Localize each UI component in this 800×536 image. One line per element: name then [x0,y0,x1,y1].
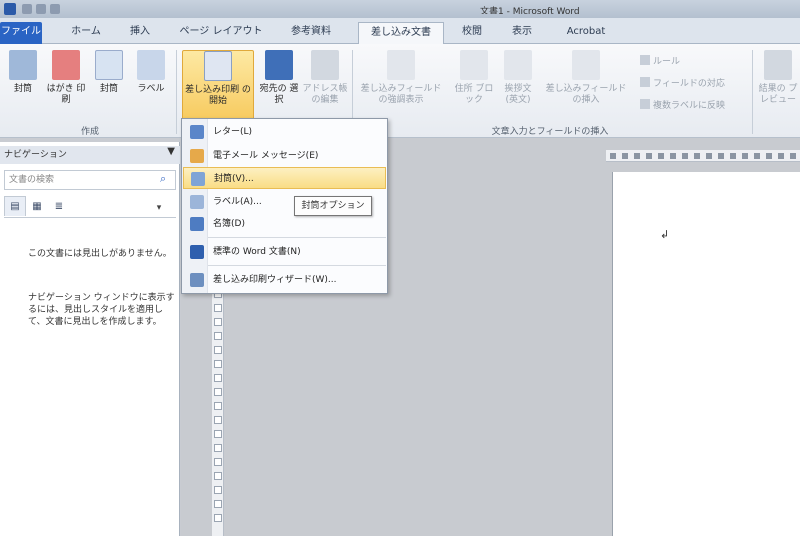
menu-item-envelopes[interactable]: 封筒(V)... [183,167,386,189]
quick-access-toolbar [22,4,82,14]
envelopes-button[interactable]: 封筒 [4,50,42,122]
highlight-merge-fields-button[interactable]: 差し込みフィールド の強調表示 [358,50,444,122]
greeting-line-button[interactable]: 挨拶文 (英文) [498,50,538,122]
select-recipients-button[interactable]: 宛先の 選択 [258,50,300,122]
nav-view-tabs: ▤ ▦ ≣ ▾ [4,196,176,218]
menu-divider [208,265,386,266]
ribbon: 封筒 はがき 印刷 封筒 ラベル 作成 差し込み印刷 の開始 宛先の 選択 アド… [0,44,800,138]
wizard-icon [190,273,204,287]
nav-no-headings-text: この文書には見出しがありません。 [28,249,172,259]
insert-field-icon [572,50,600,80]
results-view-icon[interactable]: ≣ [48,197,70,217]
menu-divider [208,237,386,238]
undo-icon[interactable] [36,4,46,14]
nav-pane-title: ナビゲーション [0,146,180,164]
envelope-icon [9,50,37,80]
menu-item-normal-word-document[interactable]: 標準の Word 文書(N) [183,241,386,263]
navigation-pane: ナビゲーション ▼ 文書の検索 ⌕ ▤ ▦ ≣ ▾ この文書には見出しがありません。… [0,142,180,536]
match-fields-button[interactable]: フィールドの対応 [640,76,725,89]
rules-button[interactable]: ルール [640,54,680,67]
nav-options-icon[interactable]: ▾ [148,198,170,218]
recipients-icon [265,50,293,80]
save-icon[interactable] [22,4,32,14]
tab-insert[interactable]: 挿入 [122,22,158,44]
edit-recipient-list-button[interactable]: アドレス帳 の編集 [302,50,348,122]
envelope-icon [95,50,123,80]
tab-view[interactable]: 表示 [504,22,540,44]
nav-pane-menu-icon[interactable]: ▼ [167,146,175,157]
group-label-fields: 文章入力とフィールドの挿入 [491,127,609,137]
ribbon-tab-row: ファイル ホーム 挿入 ページ レイアウト 参考資料 差し込み文書 校閲 表示 … [0,18,800,45]
search-icon[interactable]: ⌕ [160,172,166,186]
preview-results-button[interactable]: 結果の プレビュー [758,50,798,122]
rules-icon [640,55,650,65]
labels-button[interactable]: ラベル [132,50,170,122]
tab-home[interactable]: ホーム [64,22,108,44]
text-cursor-icon: ↲ [660,228,670,241]
envelope-button[interactable]: 封筒 [90,50,128,122]
word-document-icon [190,245,204,259]
ribbon-separator [176,50,177,134]
tab-references[interactable]: 参考資料 [282,22,340,44]
postcard-icon [52,50,80,80]
horizontal-ruler [606,150,800,162]
update-labels-icon [640,99,650,109]
nav-help-text: ナビゲーション ウィンドウに表示するには、見出しスタイルを適用して、文書に見出し… [28,293,175,327]
start-mail-merge-button[interactable]: 差し込み印刷 の開始 [182,50,254,124]
greeting-icon [504,50,532,80]
tab-page-layout[interactable]: ページ レイアウト [176,22,266,44]
directory-icon [190,217,204,231]
label-icon [137,50,165,80]
menu-item-mail-merge-wizard[interactable]: 差し込み印刷ウィザード(W)... [183,269,386,291]
menu-item-email[interactable]: 電子メール メッセージ(E) [183,145,386,167]
window-title: 文書1 - Microsoft Word [480,7,580,14]
menu-item-directory[interactable]: 名簿(D) [183,213,386,235]
letter-icon [190,125,204,139]
menu-item-letters[interactable]: レター(L) [183,121,386,143]
highlight-fields-icon [387,50,415,80]
word-app-icon[interactable] [4,3,16,15]
envelope-icon [191,172,205,186]
tab-file[interactable]: ファイル [0,22,42,44]
insert-merge-field-button[interactable]: 差し込みフィールド の挿入 [540,50,632,122]
postcard-print-button[interactable]: はがき 印刷 [46,50,86,122]
email-icon [190,149,204,163]
headings-view-icon[interactable]: ▤ [4,196,26,216]
tab-mailings[interactable]: 差し込み文書 [358,22,444,45]
address-book-icon [311,50,339,80]
update-labels-button[interactable]: 複数ラベルに反映 [640,98,725,111]
document-page[interactable] [612,172,800,536]
label-icon [190,195,204,209]
tab-acrobat[interactable]: Acrobat [556,22,616,44]
tab-review[interactable]: 校閲 [454,22,490,44]
address-block-icon [460,50,488,80]
ribbon-separator [752,50,753,134]
pages-view-icon[interactable]: ▦ [26,197,48,217]
group-label-create: 作成 [80,127,99,137]
redo-icon[interactable] [50,4,60,14]
address-block-button[interactable]: 住所 ブロック [452,50,496,122]
mail-merge-icon [204,51,232,81]
preview-icon [764,50,792,80]
match-fields-icon [640,77,650,87]
envelope-options-tooltip: 封筒オプション [294,196,372,216]
title-bar: 文書1 - Microsoft Word [0,0,800,18]
nav-search-input[interactable]: 文書の検索 [4,170,176,190]
